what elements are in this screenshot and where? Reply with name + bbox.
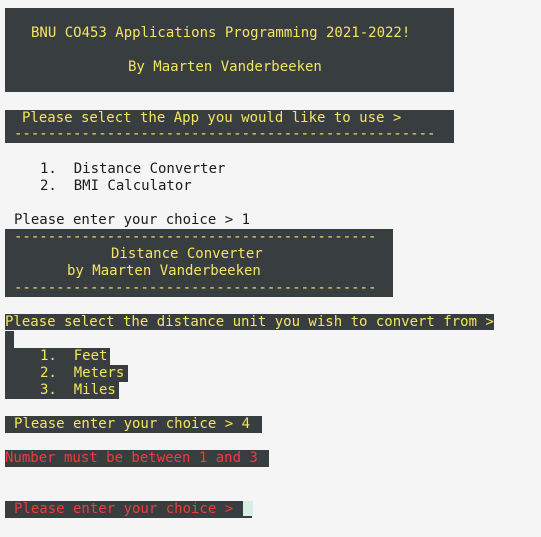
app-menu-number: 2. <box>40 178 57 194</box>
second-choice-line: Please enter your choice > 4 <box>14 416 250 433</box>
banner-author: By Maarten Vanderbeeken <box>128 59 322 75</box>
first-choice-value: 1 <box>241 212 251 228</box>
converter-divider-top: ----------------------------------------… <box>14 229 377 245</box>
app-menu-label: Distance Converter <box>73 161 226 177</box>
app-prompt-divider: ----------------------------------------… <box>14 126 436 142</box>
app-banner <box>5 8 454 92</box>
unit-menu-number: 2. <box>40 365 57 381</box>
unit-menu-item: 2. Meters <box>40 365 124 382</box>
app-prompt-text: Please select the App you would like to … <box>22 110 402 126</box>
third-choice-prompt: Please enter your choice > <box>14 501 234 517</box>
unit-menu-label: Feet <box>73 348 108 364</box>
unit-menu-item: 3. Miles <box>40 382 116 399</box>
unit-prompt-spacer <box>5 331 14 348</box>
app-menu-number: 1. <box>40 161 57 177</box>
unit-menu-label: Miles <box>73 382 116 398</box>
converter-divider-bottom: ----------------------------------------… <box>14 280 377 296</box>
unit-prompt: Please select the distance unit you wish… <box>5 314 494 331</box>
app-menu-item: 1. Distance Converter <box>40 161 225 178</box>
unit-menu-number: 3. <box>40 382 57 398</box>
second-choice-value: 4 <box>241 416 251 432</box>
banner-title: BNU CO453 Applications Programming 2021-… <box>31 25 411 41</box>
unit-menu-number: 1. <box>40 348 57 364</box>
converter-author: by Maarten Vanderbeeken <box>67 263 261 279</box>
first-choice-line: Please enter your choice > 1 <box>14 212 250 229</box>
unit-prompt-text: Please select the distance unit you wish… <box>5 314 494 330</box>
unit-menu-item: 1. Feet <box>40 348 107 365</box>
second-choice-prompt: Please enter your choice > <box>14 416 234 432</box>
converter-title: Distance Converter <box>111 246 263 262</box>
error-message: Number must be between 1 and 3 <box>5 450 258 466</box>
third-choice-line: Please enter your choice > <box>14 501 253 518</box>
terminal-cursor[interactable] <box>242 501 253 516</box>
app-menu-label: BMI Calculator <box>73 178 192 194</box>
app-menu-item: 2. BMI Calculator <box>40 178 192 195</box>
first-choice-prompt: Please enter your choice > <box>14 212 234 228</box>
unit-menu-label: Meters <box>73 365 125 381</box>
